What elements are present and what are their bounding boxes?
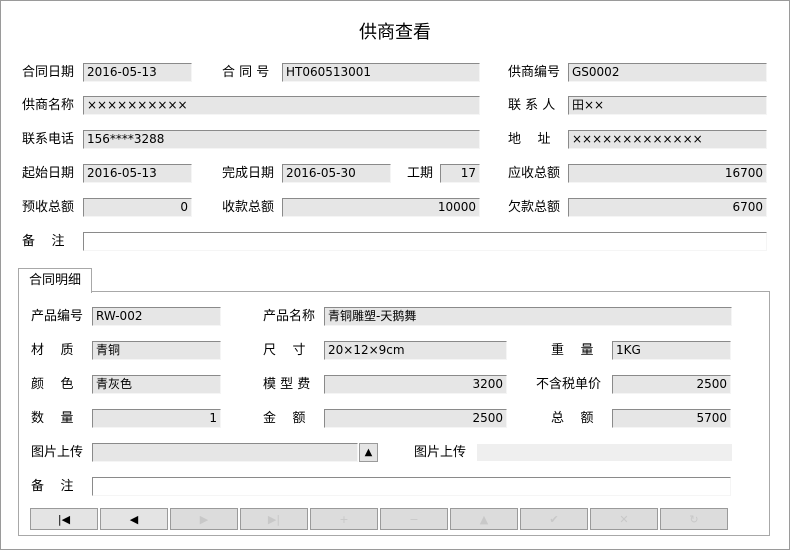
prior-record-icon: ◀ — [129, 512, 139, 526]
receivable-total-label: 应收总额 — [508, 166, 561, 181]
contact-field[interactable]: 田×× — [568, 96, 767, 115]
prior-record-button[interactable]: ◀ — [100, 508, 168, 530]
phone-label: 联系电话 — [22, 132, 75, 147]
duration-label: 工期 — [407, 166, 434, 181]
phone-field[interactable]: 156****3288 — [83, 130, 480, 149]
refresh-button[interactable]: ↻ — [660, 508, 728, 530]
insert-button[interactable]: + — [310, 508, 378, 530]
detail-remark-field[interactable] — [92, 477, 731, 496]
last-record-icon: ▶| — [267, 512, 281, 526]
upload-arrow-button[interactable]: ▲ — [359, 443, 378, 462]
weight-field[interactable]: 1KG — [612, 341, 731, 360]
next-record-button[interactable]: ▶ — [170, 508, 238, 530]
contract-no-field[interactable]: HT060513001 — [282, 63, 480, 82]
start-date-field[interactable]: 2016-05-13 — [83, 164, 192, 183]
received-total-label: 收款总额 — [222, 200, 275, 215]
refresh-icon: ↻ — [689, 512, 699, 526]
start-date-label: 起始日期 — [22, 166, 75, 181]
detail-remark-label: 备 注 — [31, 479, 74, 494]
image-upload-label-2: 图片上传 — [414, 445, 467, 460]
end-date-field[interactable]: 2016-05-30 — [282, 164, 391, 183]
end-date-label: 完成日期 — [222, 166, 275, 181]
post-button[interactable]: ✔ — [520, 508, 588, 530]
edit-button[interactable]: ▲ — [450, 508, 518, 530]
remark-field[interactable] — [83, 232, 767, 251]
received-total-field[interactable]: 10000 — [282, 198, 480, 217]
duration-field[interactable]: 17 — [440, 164, 480, 183]
supplier-name-field[interactable]: ×××××××××× — [83, 96, 480, 115]
product-name-label: 产品名称 — [263, 309, 316, 324]
contact-label: 联 系 人 — [508, 98, 556, 113]
address-label: 地 址 — [508, 132, 551, 147]
total-label: 总 额 — [551, 411, 594, 426]
prepaid-total-label: 预收总额 — [22, 200, 75, 215]
delete-button[interactable]: − — [380, 508, 448, 530]
supplier-no-field[interactable]: GS0002 — [568, 63, 767, 82]
next-record-icon: ▶ — [199, 512, 209, 526]
image-preview-area — [477, 444, 732, 461]
receivable-total-field[interactable]: 16700 — [568, 164, 767, 183]
size-field[interactable]: 20×12×9cm — [324, 341, 507, 360]
color-field[interactable]: 青灰色 — [92, 375, 221, 394]
mold-fee-label: 模 型 费 — [263, 377, 311, 392]
weight-label: 重 量 — [551, 343, 594, 358]
record-navigator: |◀ ◀ ▶ ▶| + − ▲ ✔ ✕ ↻ — [30, 508, 730, 530]
quantity-label: 数 量 — [31, 411, 74, 426]
size-label: 尺 寸 — [263, 343, 306, 358]
material-label: 材 质 — [31, 343, 74, 358]
supplier-no-label: 供商编号 — [508, 65, 561, 80]
contract-date-label: 合同日期 — [22, 65, 75, 80]
address-field[interactable]: ××××××××××××× — [568, 130, 767, 149]
unit-price-label: 不含税单价 — [536, 377, 602, 392]
upload-arrow-icon: ▲ — [364, 447, 373, 458]
contract-date-field[interactable]: 2016-05-13 — [83, 63, 192, 82]
material-field[interactable]: 青铜 — [92, 341, 221, 360]
first-record-button[interactable]: |◀ — [30, 508, 98, 530]
edit-icon: ▲ — [479, 512, 489, 526]
product-name-field[interactable]: 青铜雕塑-天鹅舞 — [324, 307, 732, 326]
delete-icon: − — [409, 512, 419, 526]
post-icon: ✔ — [549, 512, 559, 526]
insert-icon: + — [339, 512, 349, 526]
color-label: 颜 色 — [31, 377, 74, 392]
tab-contract-detail[interactable]: 合同明细 — [18, 268, 92, 293]
first-record-icon: |◀ — [57, 512, 71, 526]
amount-field[interactable]: 2500 — [324, 409, 507, 428]
image-upload-label: 图片上传 — [31, 445, 84, 460]
unit-price-field[interactable]: 2500 — [612, 375, 731, 394]
supplier-name-label: 供商名称 — [22, 98, 75, 113]
cancel-button[interactable]: ✕ — [590, 508, 658, 530]
image-upload-field[interactable] — [92, 443, 358, 462]
product-no-label: 产品编号 — [31, 309, 84, 324]
quantity-field[interactable]: 1 — [92, 409, 221, 428]
owed-total-label: 欠款总额 — [508, 200, 561, 215]
mold-fee-field[interactable]: 3200 — [324, 375, 507, 394]
owed-total-field[interactable]: 6700 — [568, 198, 767, 217]
remark-label: 备 注 — [22, 234, 65, 249]
cancel-icon: ✕ — [619, 512, 629, 526]
product-no-field[interactable]: RW-002 — [92, 307, 221, 326]
last-record-button[interactable]: ▶| — [240, 508, 308, 530]
amount-label: 金 额 — [263, 411, 306, 426]
prepaid-total-field[interactable]: 0 — [83, 198, 192, 217]
page-title: 供商查看 — [359, 22, 431, 43]
total-field[interactable]: 5700 — [612, 409, 731, 428]
contract-no-label: 合 同 号 — [222, 65, 270, 80]
